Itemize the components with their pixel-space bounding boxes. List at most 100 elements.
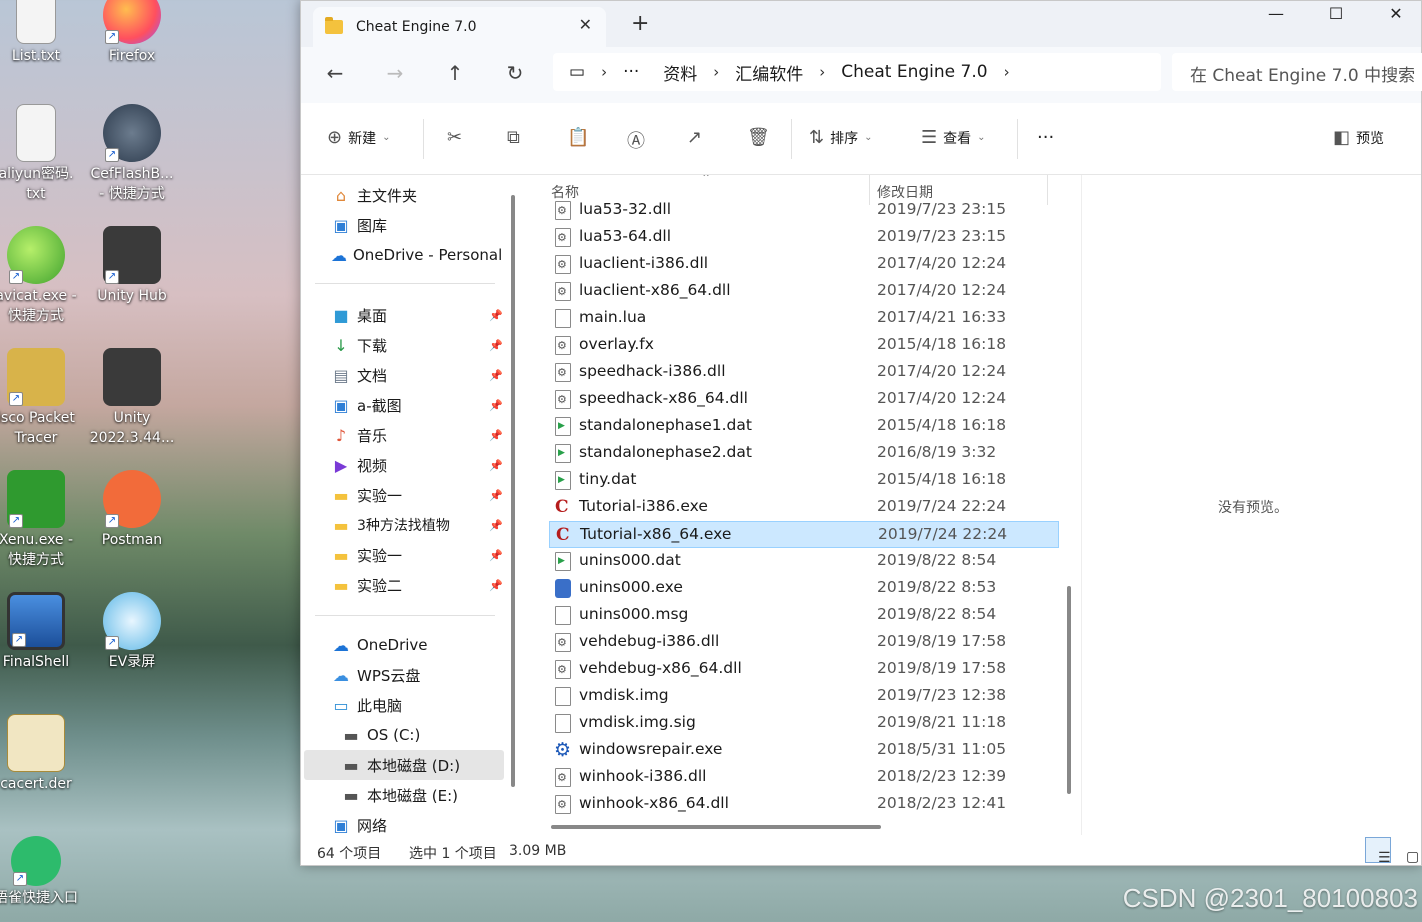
up-button[interactable]: ↑ — [440, 61, 470, 85]
desktop-icon-firefox[interactable]: ↗ Firefox — [84, 0, 180, 66]
nav-item-gallery[interactable]: ▣ 图库 — [331, 211, 501, 239]
nav-item-downloads[interactable]: ↓ 下载 📌 — [331, 331, 503, 359]
view-button[interactable]: ☰ 查看 ⌄ — [921, 127, 986, 148]
file-row[interactable]: lua53-32.dll 2019/7/23 23:15 — [549, 197, 1059, 224]
file-row[interactable]: vehdebug-i386.dll 2019/8/19 17:58 — [549, 629, 1059, 656]
nav-pane-scrollbar[interactable] — [511, 195, 515, 787]
nav-item-wps-cloud[interactable]: ☁ WPS云盘 — [331, 661, 501, 689]
nav-item-videos[interactable]: ▶ 视频 📌 — [331, 451, 503, 479]
desktop-icon-aliyun-txt[interactable]: aliyun密码. txt — [0, 104, 84, 204]
file-list-scrollbar[interactable] — [1067, 586, 1071, 794]
file-row[interactable]: speedhack-i386.dll 2017/4/20 12:24 — [549, 359, 1059, 386]
file-row[interactable]: Tutorial-x86_64.exe 2019/7/24 22:24 — [549, 521, 1059, 548]
desktop-icon-navicat[interactable]: ↗ avicat.exe - 快捷方式 — [0, 226, 84, 326]
chevron-right-icon[interactable]: › — [601, 63, 607, 81]
file-row[interactable]: main.lua 2017/4/21 16:33 — [549, 305, 1059, 332]
desktop-icon-ev-recorder[interactable]: ↗ EV录屏 — [84, 592, 180, 672]
breadcrumb-item[interactable]: 汇编软件 — [735, 60, 803, 85]
nav-item-folder[interactable]: ▬ 实验一 📌 — [331, 481, 503, 509]
nav-item-folder[interactable]: ▬ 3种方法找植物 📌 — [331, 511, 503, 539]
pin-icon[interactable]: 📌 — [489, 339, 503, 352]
nav-item-drive-e[interactable]: ▬ 本地磁盘 (E:) — [341, 781, 511, 809]
pin-icon[interactable]: 📌 — [489, 309, 503, 322]
tab-close-button[interactable]: ✕ — [579, 15, 592, 34]
preview-pane-button[interactable]: ◧ 预览 — [1333, 127, 1384, 148]
desktop-icon-cacert[interactable]: cacert.der — [0, 714, 84, 794]
file-row[interactable]: windowsrepair.exe 2018/5/31 11:05 — [549, 737, 1059, 764]
desktop-icon-unity-2022[interactable]: Unity 2022.3.44... — [84, 348, 180, 448]
breadcrumb-overflow[interactable]: ··· — [623, 62, 639, 82]
desktop-icon-xenu[interactable]: ↗ Xenu.exe - 快捷方式 — [0, 470, 84, 570]
file-row[interactable]: winhook-x86_64.dll 2018/2/23 12:41 — [549, 791, 1059, 818]
nav-item-music[interactable]: ♪ 音乐 📌 — [331, 421, 503, 449]
file-row[interactable]: standalonephase2.dat 2016/8/19 3:32 — [549, 440, 1059, 467]
nav-item-screenshots[interactable]: ▣ a-截图 📌 — [331, 391, 503, 419]
desktop-icon-postman[interactable]: ↗ Postman — [84, 470, 180, 550]
pin-icon[interactable]: 📌 — [489, 579, 503, 592]
this-pc-icon[interactable]: ▭ — [569, 62, 585, 82]
tab-cheat-engine[interactable]: Cheat Engine 7.0 ✕ — [313, 7, 606, 47]
back-button[interactable]: ← — [320, 61, 350, 85]
large-icons-view-button[interactable]: ▢ — [1393, 837, 1419, 865]
pin-icon[interactable]: 📌 — [489, 519, 503, 532]
nav-item-drive-d[interactable]: ▬ 本地磁盘 (D:) — [341, 751, 511, 779]
file-row[interactable]: speedhack-x86_64.dll 2017/4/20 12:24 — [549, 386, 1059, 413]
chevron-right-icon[interactable]: › — [713, 63, 719, 81]
nav-item-network[interactable]: ▣ 网络 — [331, 811, 501, 835]
more-options-button[interactable]: ··· — [1037, 127, 1054, 148]
pin-icon[interactable]: 📌 — [489, 489, 503, 502]
file-row[interactable]: vehdebug-x86_64.dll 2019/8/19 17:58 — [549, 656, 1059, 683]
file-row[interactable]: luaclient-i386.dll 2017/4/20 12:24 — [549, 251, 1059, 278]
refresh-button[interactable]: ↻ — [500, 61, 530, 85]
cut-button[interactable]: ✂ — [447, 127, 462, 148]
close-button[interactable]: ✕ — [1367, 1, 1422, 31]
desktop-icon-unity-hub[interactable]: ↗ Unity Hub — [84, 226, 180, 306]
nav-item-drive-c[interactable]: ▬ OS (C:) — [341, 721, 511, 749]
nav-item-folder[interactable]: ▬ 实验二 📌 — [331, 571, 503, 599]
file-row[interactable]: lua53-64.dll 2019/7/23 23:15 — [549, 224, 1059, 251]
new-button[interactable]: ⊕ 新建 ⌄ — [327, 127, 390, 148]
pin-icon[interactable]: 📌 — [489, 399, 503, 412]
pin-icon[interactable]: 📌 — [489, 549, 503, 562]
chevron-right-icon[interactable]: › — [819, 63, 825, 81]
nav-item-this-pc[interactable]: ▭ 此电脑 — [331, 691, 501, 719]
paste-button[interactable]: 📋 — [567, 127, 589, 148]
nav-item-documents[interactable]: ▤ 文档 📌 — [331, 361, 503, 389]
breadcrumb-item[interactable]: 资料 — [663, 60, 697, 85]
copy-button[interactable]: ⧉ — [507, 127, 520, 148]
forward-button[interactable]: → — [380, 61, 410, 85]
desktop-icon-packet-tracer[interactable]: ↗ isco Packet Tracer — [0, 348, 84, 448]
details-view-button[interactable]: ☰ — [1365, 837, 1391, 866]
new-tab-button[interactable]: + — [631, 11, 649, 36]
desktop-icon-list-txt[interactable]: List.txt — [0, 0, 84, 66]
nav-item-home[interactable]: ⌂ 主文件夹 — [331, 181, 501, 209]
share-button[interactable]: ↗ — [687, 127, 702, 148]
file-row[interactable]: unins000.exe 2019/8/22 8:53 — [549, 575, 1059, 602]
nav-item-desktop[interactable]: ■ 桌面 📌 — [331, 301, 503, 329]
chevron-right-icon[interactable]: › — [1004, 63, 1010, 81]
pin-icon[interactable]: 📌 — [489, 369, 503, 382]
search-input[interactable]: 在 Cheat Engine 7.0 中搜索 — [1172, 53, 1422, 91]
maximize-button[interactable]: ☐ — [1307, 1, 1365, 31]
file-row[interactable]: vmdisk.img 2019/7/23 12:38 — [549, 683, 1059, 710]
pin-icon[interactable]: 📌 — [489, 429, 503, 442]
sort-button[interactable]: ⇅ 排序 ⌄ — [809, 127, 872, 148]
file-row[interactable]: tiny.dat 2015/4/18 16:18 — [549, 467, 1059, 494]
desktop-icon-finalshell[interactable]: ↗ FinalShell — [0, 592, 84, 672]
delete-button[interactable]: 🗑 — [747, 127, 770, 148]
nav-item-folder[interactable]: ▬ 实验一 📌 — [331, 541, 503, 569]
file-row[interactable]: unins000.dat 2019/8/22 8:54 — [549, 548, 1059, 575]
file-row[interactable]: overlay.fx 2015/4/18 16:18 — [549, 332, 1059, 359]
file-row[interactable]: vmdisk.img.sig 2019/8/21 11:18 — [549, 710, 1059, 737]
rename-button[interactable]: Ⓐ — [627, 127, 645, 153]
file-row[interactable]: unins000.msg 2019/8/22 8:54 — [549, 602, 1059, 629]
nav-item-onedrive-personal[interactable]: ☁ OneDrive - Personal — [331, 241, 502, 269]
nav-item-onedrive[interactable]: ☁ OneDrive — [331, 631, 501, 659]
pin-icon[interactable]: 📌 — [489, 459, 503, 472]
desktop-icon-yuque[interactable]: ↗ 语雀快捷入口 — [0, 836, 84, 908]
file-row[interactable]: luaclient-x86_64.dll 2017/4/20 12:24 — [549, 278, 1059, 305]
address-bar[interactable]: ▭ › ··· 资料 › 汇编软件 › Cheat Engine 7.0 › — [553, 53, 1161, 91]
file-list-horizontal-scrollbar[interactable] — [551, 825, 881, 829]
desktop-icon-cefflash[interactable]: ↗ CefFlashB... - 快捷方式 — [84, 104, 180, 204]
file-row[interactable]: Tutorial-i386.exe 2019/7/24 22:24 — [549, 494, 1059, 521]
